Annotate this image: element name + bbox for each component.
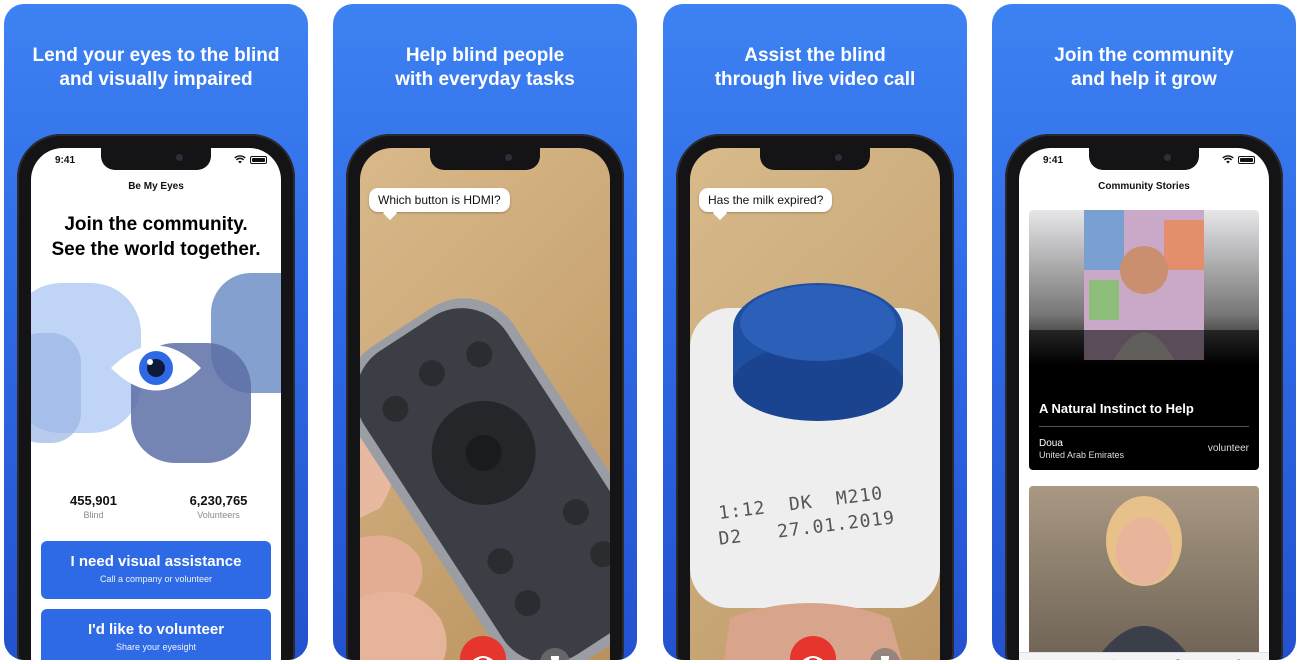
phone-frame: Which button is HDMI? bbox=[346, 134, 624, 660]
stat-blind-label: Blind bbox=[83, 510, 104, 520]
need-assistance-label: I need visual assistance bbox=[70, 553, 242, 570]
phone-screen: 9:41 Community Stories A Natural Instinc… bbox=[1019, 148, 1269, 660]
need-assistance-button[interactable]: I need visual assistance Call a company … bbox=[41, 541, 271, 599]
story-author-role: volunteer bbox=[1207, 443, 1249, 454]
phone-screen: 9:41 Be My Eyes Join the community. See … bbox=[31, 148, 281, 660]
learn-icon bbox=[1175, 659, 1181, 660]
flashlight-icon bbox=[881, 656, 889, 660]
end-call-icon bbox=[473, 656, 493, 660]
headline: Join the community. See the world togeth… bbox=[51, 214, 261, 260]
volunteer-sublabel: Share your eyesight bbox=[115, 642, 197, 652]
app-header-title: Community Stories bbox=[1098, 181, 1190, 192]
stat-blind-value: 455,901 bbox=[70, 493, 117, 508]
tab-video[interactable] bbox=[1043, 659, 1057, 660]
panel-title: Join the community and help it grow bbox=[1054, 45, 1234, 90]
camera-view: Which button is HDMI? bbox=[360, 148, 610, 660]
tab-bar bbox=[1019, 652, 1269, 660]
wifi-icon bbox=[1222, 155, 1234, 164]
question-bubble: Has the milk expired? bbox=[699, 188, 833, 212]
video-icon bbox=[1043, 659, 1057, 660]
promo-panel-1: Lend your eyes to the blind and visually… bbox=[4, 4, 308, 660]
remote-control-photo bbox=[360, 298, 610, 660]
promo-panel-3: Assist the blind through live video call… bbox=[663, 4, 967, 660]
stat-volunteers-label: Volunteers bbox=[197, 510, 240, 520]
panel-title: Help blind people with everyday tasks bbox=[395, 45, 575, 90]
battery-icon bbox=[250, 155, 267, 164]
stat-volunteers-value: 6,230,765 bbox=[189, 493, 248, 508]
phone-notch bbox=[1089, 148, 1199, 170]
question-bubble: Which button is HDMI? bbox=[369, 188, 510, 212]
panel-title: Assist the blind through live video call bbox=[714, 45, 916, 90]
story-divider bbox=[1039, 426, 1249, 427]
tab-learn[interactable] bbox=[1171, 659, 1185, 660]
phone-notch bbox=[101, 148, 211, 170]
stat-blind: 455,901 Blind bbox=[31, 493, 156, 520]
story-card[interactable] bbox=[1029, 486, 1259, 656]
settings-icon bbox=[1236, 659, 1242, 660]
flashlight-icon bbox=[551, 656, 559, 660]
battery-icon bbox=[1238, 155, 1255, 164]
volunteer-label: I'd like to volunteer bbox=[87, 621, 225, 638]
story-photo bbox=[1099, 496, 1189, 656]
promo-panel-2: Help blind people with everyday tasks Wh… bbox=[333, 4, 637, 660]
eye-illustration bbox=[31, 273, 281, 463]
need-assistance-sublabel: Call a company or volunteer bbox=[99, 574, 213, 584]
phone-notch bbox=[430, 148, 540, 170]
story-author-location: United Arab Emirates bbox=[1039, 450, 1125, 460]
story-author-name: Doua bbox=[1039, 438, 1063, 449]
stat-volunteers: 6,230,765 Volunteers bbox=[156, 493, 281, 520]
milk-bottle-photo bbox=[690, 283, 940, 660]
stats-row: 455,901 Blind 6,230,765 Volunteers bbox=[31, 493, 281, 520]
community-icon bbox=[1112, 659, 1116, 660]
tab-community[interactable] bbox=[1105, 659, 1123, 660]
story-photo bbox=[1029, 210, 1259, 395]
panel-title: Lend your eyes to the blind and visually… bbox=[32, 45, 280, 90]
app-header-title: Be My Eyes bbox=[128, 181, 184, 192]
status-time: 9:41 bbox=[55, 155, 76, 166]
phone-notch bbox=[760, 148, 870, 170]
story-title: A Natural Instinct to Help bbox=[1039, 401, 1194, 416]
phone-frame: Has the milk expired? 1:12 DK M210 D2 27… bbox=[676, 134, 954, 660]
volunteer-button[interactable]: I'd like to volunteer Share your eyesigh… bbox=[41, 609, 271, 660]
tab-settings[interactable] bbox=[1233, 659, 1245, 660]
wifi-icon bbox=[234, 155, 246, 164]
phone-frame: 9:41 Community Stories A Natural Instinc… bbox=[1005, 134, 1283, 660]
phone-frame: 9:41 Be My Eyes Join the community. See … bbox=[17, 134, 295, 660]
promo-panel-4: Join the community and help it grow 9:41… bbox=[992, 4, 1296, 660]
camera-view: Has the milk expired? 1:12 DK M210 D2 27… bbox=[690, 148, 940, 660]
status-time: 9:41 bbox=[1043, 155, 1064, 166]
story-card[interactable]: A Natural Instinct to Help Doua United A… bbox=[1029, 210, 1259, 470]
end-call-icon bbox=[803, 656, 823, 660]
